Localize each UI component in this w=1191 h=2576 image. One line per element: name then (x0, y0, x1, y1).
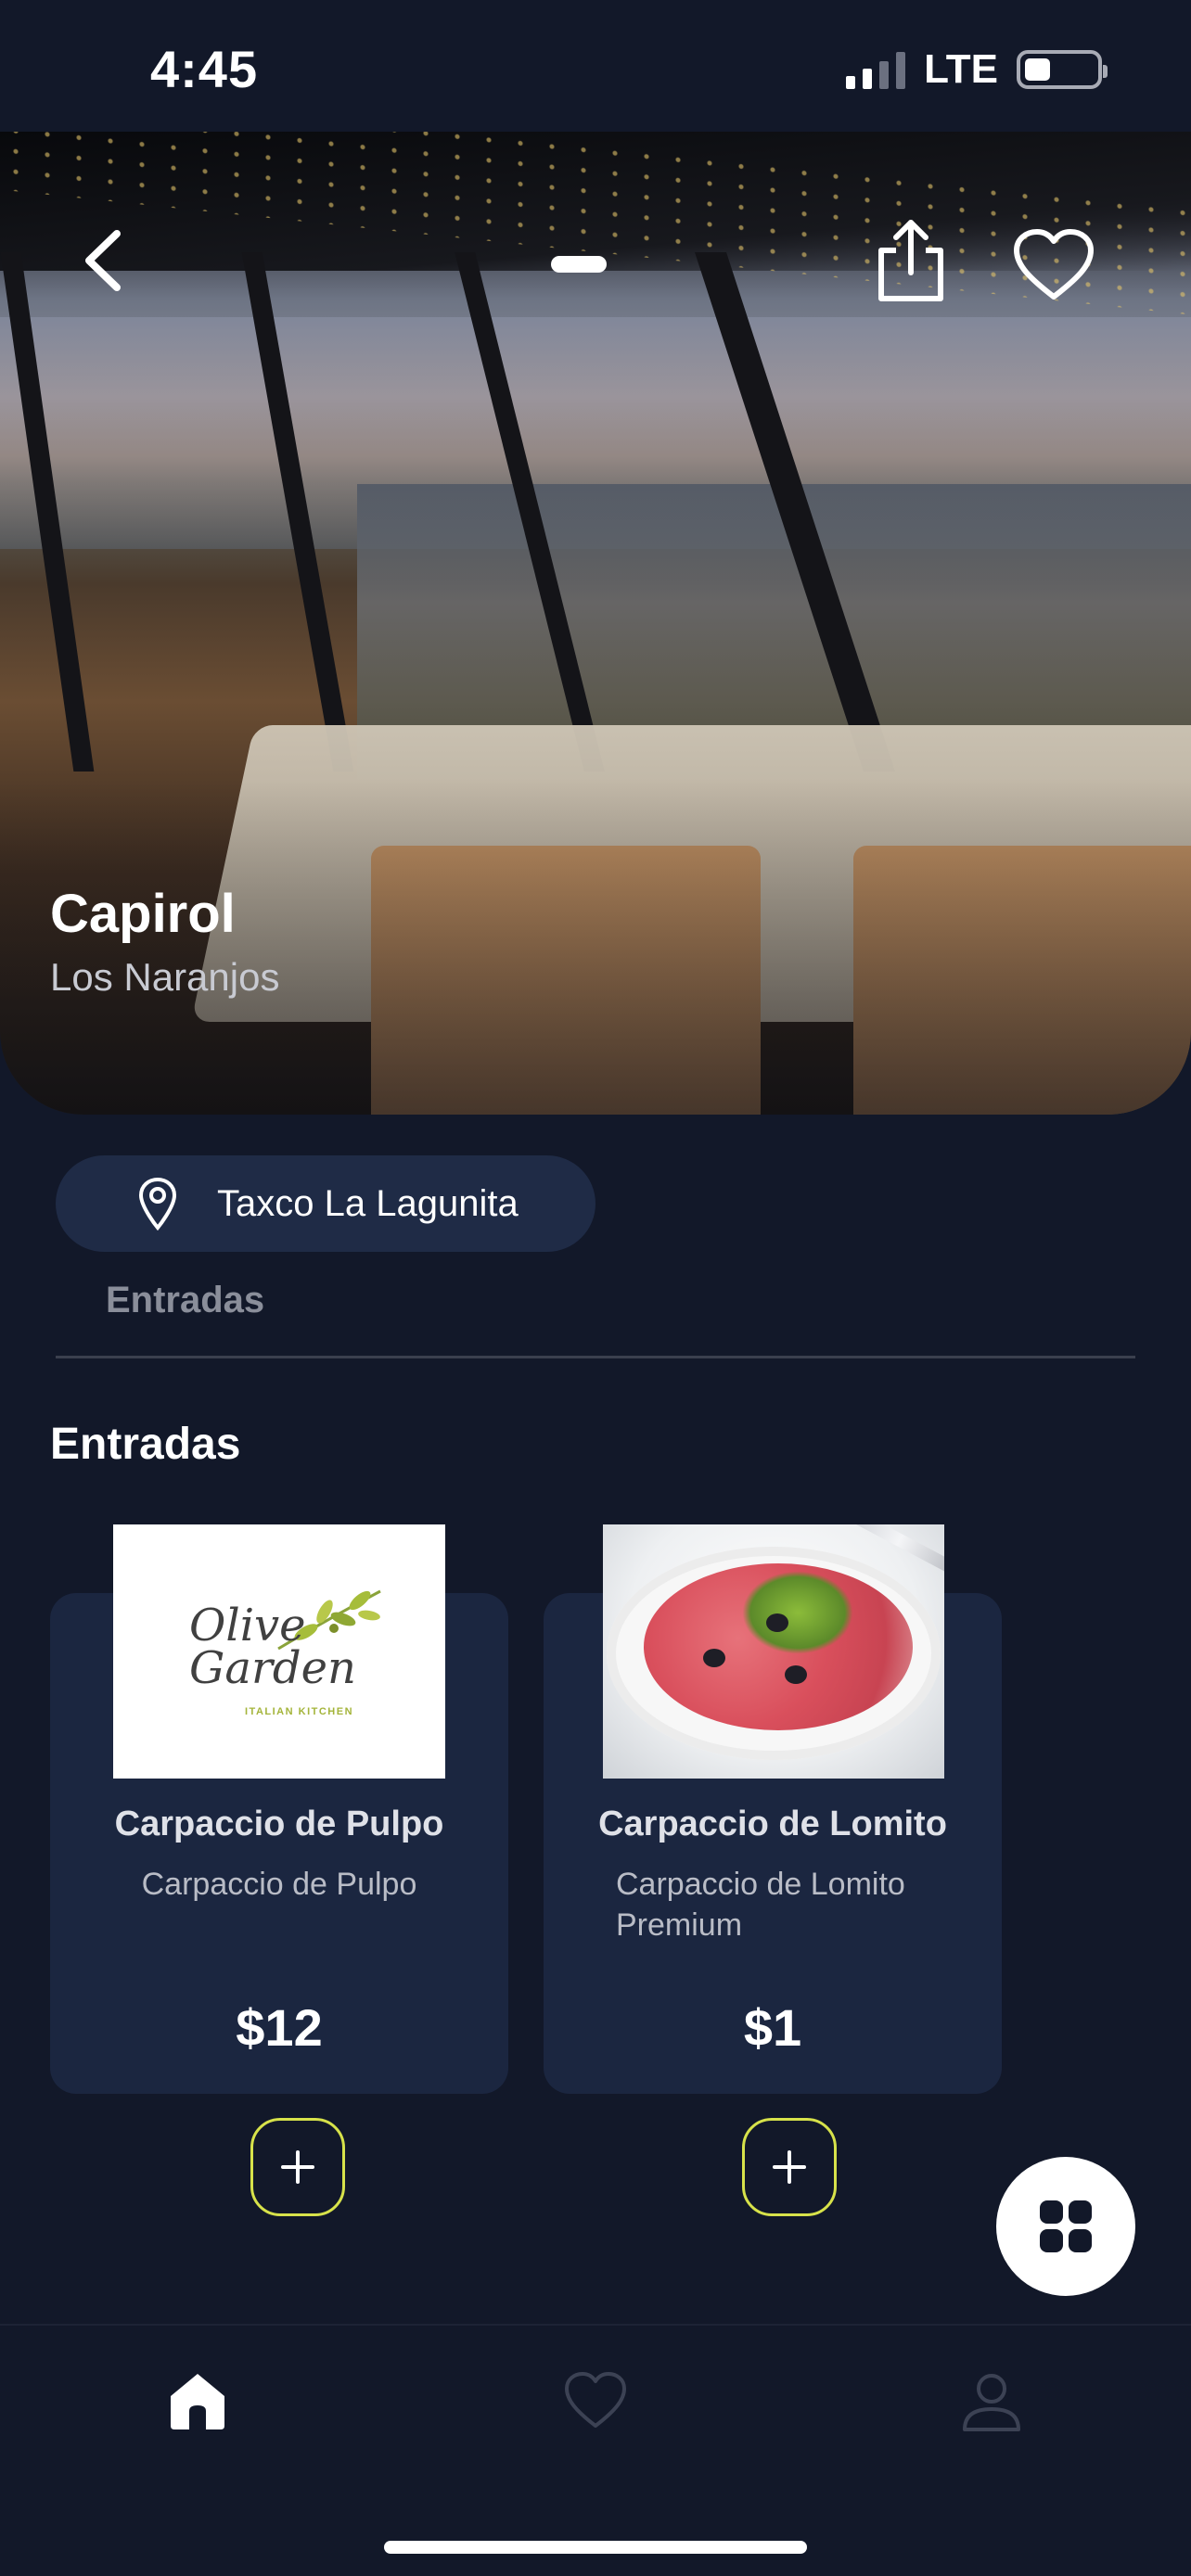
carpaccio-photo (603, 1524, 944, 1779)
menu-grid-button[interactable] (996, 2157, 1135, 2296)
plus-icon (281, 2150, 314, 2184)
bottom-nav (0, 2324, 1191, 2576)
back-chevron-icon[interactable] (76, 228, 132, 293)
favorites-heart-icon[interactable] (563, 2368, 628, 2433)
olive-garden-logo: Olive Garden ITALIAN KITCHEN (113, 1524, 445, 1779)
add-to-cart-button[interactable] (742, 2118, 837, 2216)
product-description: Carpaccio de Pulpo (141, 1867, 417, 1902)
status-time: 4:45 (150, 40, 259, 98)
restaurant-area: Los Naranjos (50, 955, 280, 999)
home-icon[interactable] (165, 2368, 230, 2433)
user-icon[interactable] (959, 2368, 1024, 2433)
status-indicators: LTE (846, 46, 1108, 93)
hero-image: Capirol Los Naranjos (0, 132, 1191, 1115)
section-title: Entradas (50, 1420, 241, 1469)
add-to-cart-button[interactable] (250, 2118, 345, 2216)
map-pin-icon (138, 1177, 177, 1231)
restaurant-name: Capirol (50, 884, 236, 944)
logo-text: Olive Garden (189, 1600, 356, 1694)
grid-icon (1040, 2200, 1092, 2252)
logo-subtitle: ITALIAN KITCHEN (245, 1706, 354, 1717)
network-label: LTE (924, 46, 998, 92)
divider (56, 1356, 1135, 1358)
drag-handle[interactable] (551, 256, 607, 273)
product-description: Carpaccio de Lomito Premium (616, 1867, 905, 1943)
share-icon[interactable] (872, 217, 950, 306)
tab-entradas[interactable]: Entradas (106, 1280, 264, 1321)
location-selector[interactable]: Taxco La Lagunita (56, 1155, 596, 1252)
product-image: Olive Garden ITALIAN KITCHEN (113, 1524, 445, 1779)
signal-icon (846, 50, 906, 89)
battery-icon (1017, 50, 1108, 89)
product-price: $12 (236, 1998, 323, 2057)
home-indicator[interactable] (384, 2541, 807, 2554)
status-bar: 4:45 LTE (0, 0, 1191, 132)
product-price: $1 (743, 1998, 802, 2057)
product-image (603, 1524, 944, 1779)
product-title: Carpaccio de Pulpo (114, 1804, 444, 1843)
product-title: Carpaccio de Lomito (598, 1804, 947, 1843)
plus-icon (773, 2150, 806, 2184)
heart-icon[interactable] (1011, 228, 1096, 302)
location-label: Taxco La Lagunita (217, 1182, 519, 1224)
